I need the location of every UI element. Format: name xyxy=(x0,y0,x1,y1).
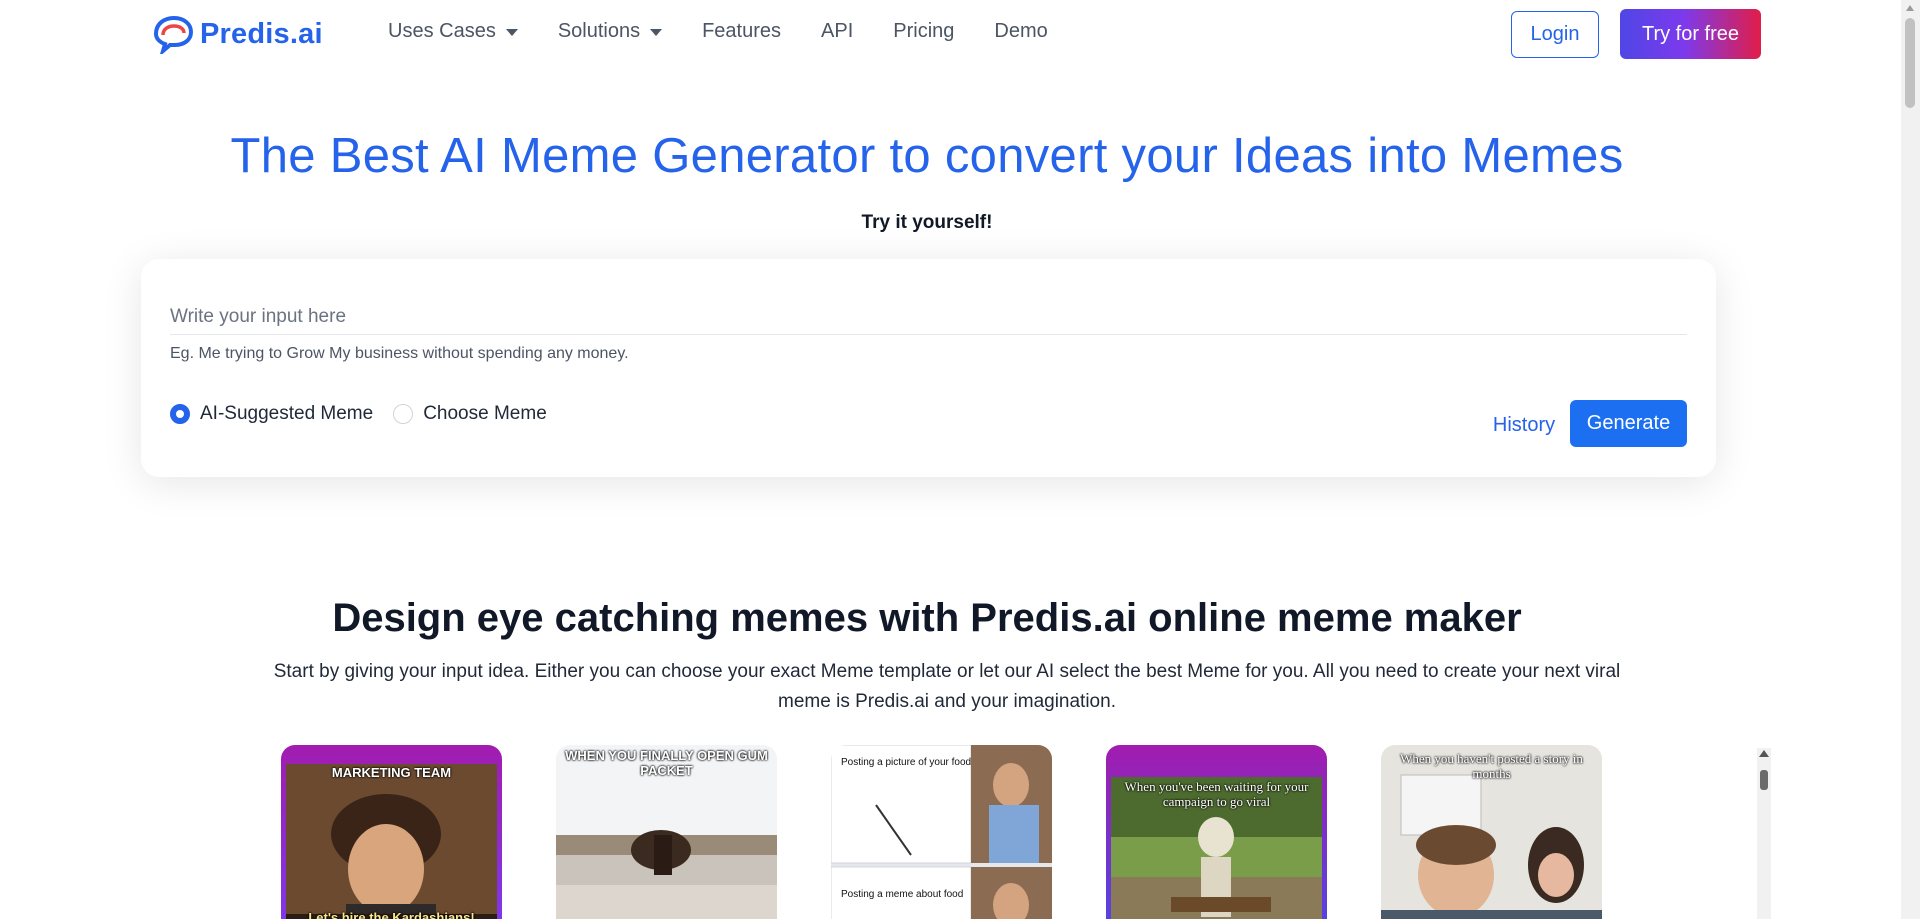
scrollbar-thumb[interactable] xyxy=(1905,18,1915,108)
nav-item-label: Demo xyxy=(994,20,1048,42)
scroll-up-arrow-icon[interactable] xyxy=(1759,750,1769,757)
meme-top-text: WHEN YOU FINALLY OPEN GUM PACKET xyxy=(565,748,768,778)
page-scrollbar[interactable] xyxy=(1901,0,1920,919)
section-title: Design eye catching memes with Predis.ai… xyxy=(332,596,1522,640)
meme-card[interactable]: When you haven't posted a story in month… xyxy=(1381,745,1602,919)
meme-top-text: MARKETING TEAM xyxy=(331,765,452,780)
nav-item-uses-cases[interactable]: Uses Cases xyxy=(388,20,518,43)
hero-subtitle: Try it yourself! xyxy=(861,212,993,233)
nav-item-label: API xyxy=(821,20,854,42)
try-for-free-button[interactable]: Try for free xyxy=(1620,9,1761,59)
meme-mode-radio-group: AI-Suggested Meme Choose Meme xyxy=(170,403,567,425)
choose-meme-label[interactable]: Choose Meme xyxy=(423,403,547,425)
meme-gallery: MARKETING TEAM Let's hire the Kardashian… xyxy=(281,745,1761,919)
nav-item-demo[interactable]: Demo xyxy=(994,20,1047,43)
meme-card[interactable]: Posting a picture of your food Posting a… xyxy=(831,745,1052,919)
meme-card[interactable]: WHEN YOU FINALLY OPEN GUM PACKET xyxy=(556,745,777,919)
meme-generator-card: Eg. Me trying to Grow My business withou… xyxy=(141,259,1716,477)
meme-top-text: When you've been waiting for your campai… xyxy=(1124,779,1309,809)
nav-links: Uses Cases Solutions Features API Pricin… xyxy=(388,20,1088,43)
generate-button[interactable]: Generate xyxy=(1570,400,1687,447)
logo[interactable]: Predis.ai xyxy=(148,14,323,54)
caret-down-icon xyxy=(650,29,663,36)
hero-title: The Best AI Meme Generator to convert yo… xyxy=(230,129,1624,183)
logo-text: Predis.ai xyxy=(200,17,323,50)
nav-item-label: Pricing xyxy=(893,20,955,42)
top-navbar: Predis.ai Uses Cases Solutions Features … xyxy=(0,0,1900,68)
meme-top-text: Posting a picture of your food xyxy=(841,757,972,768)
choose-meme-radio[interactable] xyxy=(393,404,414,424)
nav-item-pricing[interactable]: Pricing xyxy=(893,20,954,43)
section-description: Start by giving your input idea. Either … xyxy=(273,661,1621,712)
meme-top-text: When you haven't posted a story in month… xyxy=(1400,751,1583,781)
meme-bottom-text: Let's hire the Kardashians! xyxy=(308,910,475,919)
scrollbar-thumb[interactable] xyxy=(1760,770,1768,790)
caret-down-icon xyxy=(505,29,518,36)
nav-item-label: Features xyxy=(702,20,782,42)
scroll-up-arrow-icon[interactable] xyxy=(1906,5,1914,11)
input-hint: Eg. Me trying to Grow My business withou… xyxy=(170,345,629,362)
nav-item-api[interactable]: API xyxy=(821,20,853,43)
nav-item-label: Solutions xyxy=(557,20,641,42)
ai-suggested-meme-label[interactable]: AI-Suggested Meme xyxy=(200,403,373,425)
gallery-scrollbar[interactable] xyxy=(1757,748,1771,919)
meme-card[interactable]: MARKETING TEAM Let's hire the Kardashian… xyxy=(281,745,502,919)
meme-card[interactable]: When you've been waiting for your campai… xyxy=(1106,745,1327,919)
meme-idea-input[interactable] xyxy=(170,299,1687,335)
login-button[interactable]: Login xyxy=(1511,11,1599,58)
nav-item-label: Uses Cases xyxy=(388,20,496,42)
history-button[interactable]: History xyxy=(1464,407,1584,443)
nav-item-features[interactable]: Features xyxy=(702,20,781,43)
nav-item-solutions[interactable]: Solutions xyxy=(557,20,663,43)
meme-bottom-text: Posting a meme about food xyxy=(841,889,964,900)
meme-image xyxy=(286,764,497,919)
speech-bubble-logo-icon xyxy=(153,15,194,54)
ai-suggested-meme-radio[interactable] xyxy=(170,404,190,424)
